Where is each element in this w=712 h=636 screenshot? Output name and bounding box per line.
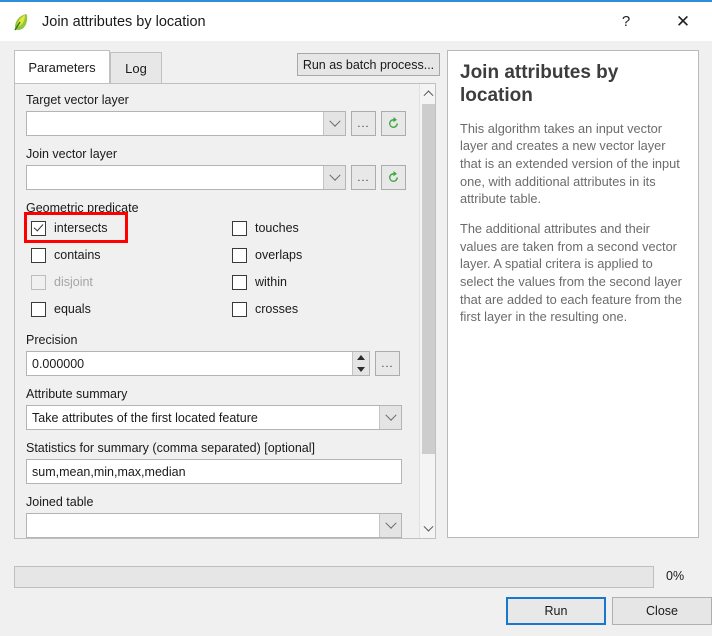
attribute-summary-combo[interactable]: Take attributes of the first located fea… bbox=[26, 405, 402, 430]
statistics-row: sum,mean,min,max,median bbox=[26, 459, 420, 484]
target-vector-layer-row: ... bbox=[26, 111, 420, 136]
progress-percent-label: 0% bbox=[666, 569, 685, 583]
joined-table-label: Joined table bbox=[26, 495, 94, 509]
join-vector-layer-row: ... bbox=[26, 165, 420, 190]
chevron-down-icon[interactable] bbox=[323, 112, 345, 135]
checkbox-equals-label: equals bbox=[54, 302, 91, 316]
spinner-down-icon[interactable] bbox=[353, 364, 369, 376]
chevron-down-icon[interactable] bbox=[323, 166, 345, 189]
tab-log[interactable]: Log bbox=[110, 52, 162, 84]
checkbox-intersects-box[interactable] bbox=[31, 220, 46, 236]
help-paragraph: The additional attributes and their valu… bbox=[460, 220, 682, 325]
attribute-summary-label: Attribute summary bbox=[26, 387, 128, 401]
checkbox-contains[interactable]: contains bbox=[31, 246, 101, 264]
run-as-batch-process-button[interactable]: Run as batch process... bbox=[297, 53, 440, 76]
target-vector-layer-label: Target vector layer bbox=[26, 93, 129, 107]
geometric-predicate-checkbox-grid: intersects touches contains overlaps dis… bbox=[24, 212, 420, 329]
progress-bar bbox=[14, 566, 654, 588]
checkbox-disjoint: disjoint bbox=[31, 273, 93, 291]
checkbox-touches[interactable]: touches bbox=[232, 219, 299, 237]
scroll-down-icon[interactable] bbox=[420, 521, 435, 538]
checkbox-within-box[interactable] bbox=[232, 274, 247, 290]
precision-label: Precision bbox=[26, 333, 78, 347]
checkbox-within[interactable]: within bbox=[232, 273, 287, 291]
help-button[interactable]: ? bbox=[603, 2, 649, 41]
title-bar: Join attributes by location ? ✕ bbox=[0, 0, 712, 41]
statistics-input[interactable]: sum,mean,min,max,median bbox=[26, 459, 402, 484]
checkbox-overlaps-box[interactable] bbox=[232, 247, 247, 263]
statistics-label: Statistics for summary (comma separated)… bbox=[26, 441, 315, 455]
checkbox-contains-box[interactable] bbox=[31, 247, 46, 263]
chevron-down-icon[interactable] bbox=[379, 514, 401, 537]
help-title: Join attributes by location bbox=[460, 62, 619, 106]
join-vector-layer-combo[interactable] bbox=[26, 165, 346, 190]
checkbox-overlaps[interactable]: overlaps bbox=[232, 246, 302, 264]
help-panel: Join attributes by location This algorit… bbox=[447, 50, 699, 538]
join-layer-browse-button[interactable]: ... bbox=[351, 165, 376, 190]
parameters-panel: Target vector layer ... Join vector laye… bbox=[14, 83, 436, 539]
checkbox-intersects[interactable]: intersects bbox=[24, 212, 128, 243]
attribute-summary-row: Take attributes of the first located fea… bbox=[26, 405, 420, 430]
checkbox-overlaps-label: overlaps bbox=[255, 248, 303, 262]
checkbox-disjoint-box bbox=[31, 274, 46, 290]
precision-spinner[interactable]: 0.000000 bbox=[26, 351, 370, 376]
window-title: Join attributes by location bbox=[42, 13, 206, 30]
checkbox-equals-box[interactable] bbox=[31, 301, 46, 317]
join-vector-layer-label: Join vector layer bbox=[26, 147, 118, 161]
checkbox-equals[interactable]: equals bbox=[31, 300, 91, 318]
spinner-up-icon[interactable] bbox=[353, 352, 369, 364]
chevron-down-icon[interactable] bbox=[379, 406, 401, 429]
join-layer-refresh-button[interactable] bbox=[381, 165, 406, 190]
checkbox-crosses-box[interactable] bbox=[232, 301, 247, 317]
checkbox-within-label: within bbox=[255, 275, 287, 289]
checkbox-intersects-label: intersects bbox=[54, 221, 108, 235]
checkbox-disjoint-label: disjoint bbox=[54, 275, 93, 289]
close-button[interactable]: Close bbox=[612, 597, 712, 625]
progress-bar-container bbox=[14, 566, 654, 588]
joined-table-combo[interactable] bbox=[26, 513, 402, 538]
geometric-predicate-label: Geometric predicate bbox=[26, 201, 139, 215]
precision-row: 0.000000 ... bbox=[26, 351, 420, 376]
precision-browse-button[interactable]: ... bbox=[375, 351, 400, 376]
refresh-icon bbox=[385, 169, 402, 186]
checkbox-touches-label: touches bbox=[255, 221, 299, 235]
target-layer-refresh-button[interactable] bbox=[381, 111, 406, 136]
close-icon[interactable]: ✕ bbox=[660, 2, 706, 41]
scrollbar-thumb[interactable] bbox=[422, 104, 435, 454]
scroll-up-icon[interactable] bbox=[420, 84, 435, 101]
help-paragraph: This algorithm takes an input vector lay… bbox=[460, 120, 680, 207]
joined-table-row bbox=[26, 513, 420, 538]
precision-spin-buttons[interactable] bbox=[352, 352, 369, 375]
run-button[interactable]: Run bbox=[506, 597, 606, 625]
checkbox-crosses-label: crosses bbox=[255, 302, 299, 316]
tab-parameters[interactable]: Parameters bbox=[14, 50, 110, 85]
target-layer-browse-button[interactable]: ... bbox=[351, 111, 376, 136]
checkbox-contains-label: contains bbox=[54, 248, 101, 262]
target-vector-layer-combo[interactable] bbox=[26, 111, 346, 136]
parameters-scrollbar[interactable] bbox=[419, 84, 435, 538]
checkbox-crosses[interactable]: crosses bbox=[232, 300, 298, 318]
qgis-leaf-logo-icon bbox=[10, 11, 32, 33]
refresh-icon bbox=[385, 115, 402, 132]
checkbox-touches-box[interactable] bbox=[232, 220, 247, 236]
